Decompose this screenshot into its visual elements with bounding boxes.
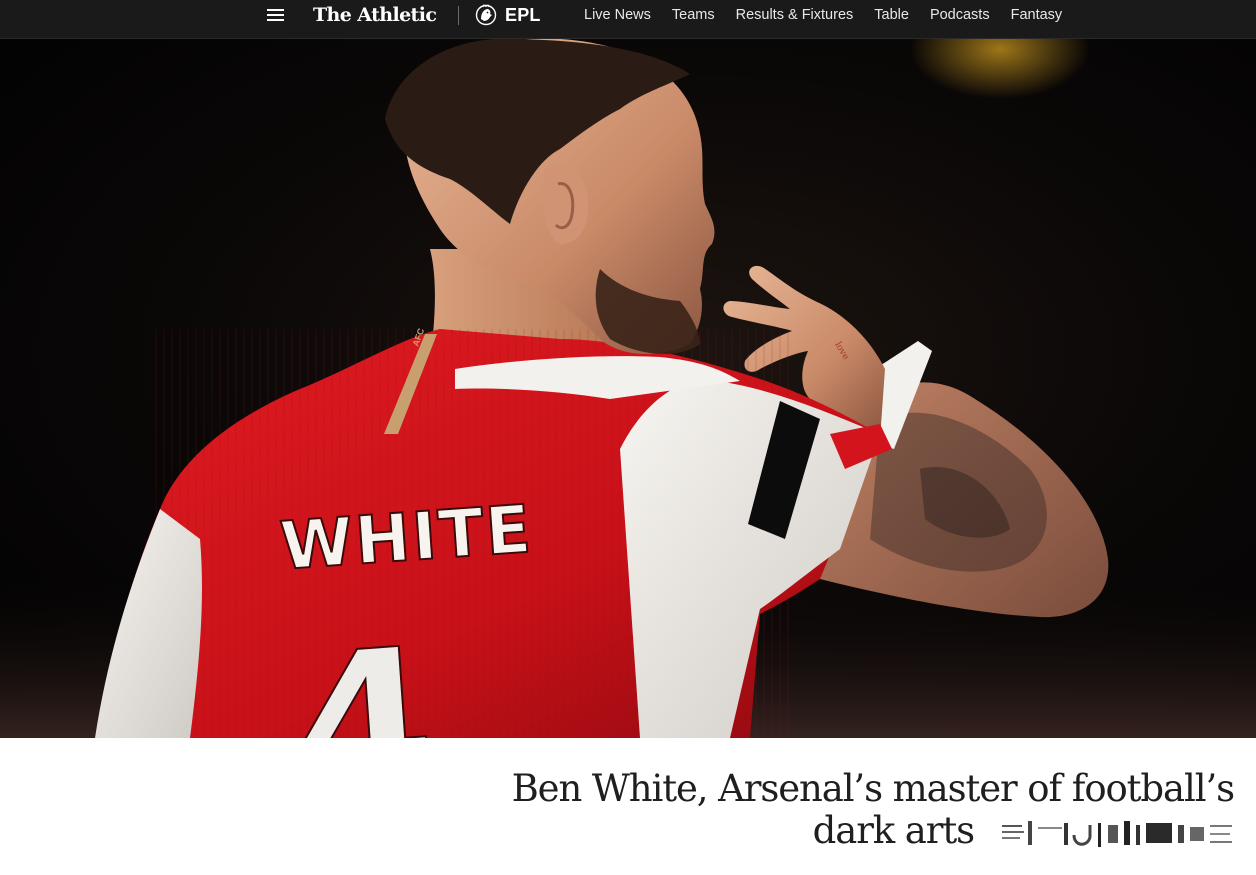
headline-line-2: dark arts [812, 809, 975, 852]
brand-divider [458, 6, 459, 25]
headline-line-1: Ben White, Arsenal’s master of football’… [511, 767, 1236, 810]
nav-link-fantasy[interactable]: Fantasy [1011, 4, 1063, 26]
article-headline: Ben White, Arsenal’s master of football’… [474, 767, 1236, 852]
premier-league-lion-icon [475, 4, 497, 26]
hamburger-menu-icon[interactable] [266, 8, 286, 24]
player-photo-illustration: love AFC WHITE 4 [0, 39, 1256, 738]
watermark-logo [1002, 821, 1232, 847]
section-name-epl[interactable]: EPL [505, 2, 541, 28]
hero-image: love AFC WHITE 4 [0, 39, 1256, 738]
nav-link-podcasts[interactable]: Podcasts [930, 4, 990, 26]
nav-link-table[interactable]: Table [874, 4, 909, 26]
nav-link-teams[interactable]: Teams [672, 4, 715, 26]
primary-navigation: Live News Teams Results & Fixtures Table… [584, 4, 1062, 26]
nav-link-live-news[interactable]: Live News [584, 4, 651, 26]
nav-link-results-fixtures[interactable]: Results & Fixtures [736, 4, 854, 26]
jersey-number: 4 [287, 605, 442, 738]
site-logo[interactable]: The Athletic [313, 2, 437, 28]
top-navigation-bar: The Athletic EPL Live News Teams Results… [0, 0, 1256, 39]
